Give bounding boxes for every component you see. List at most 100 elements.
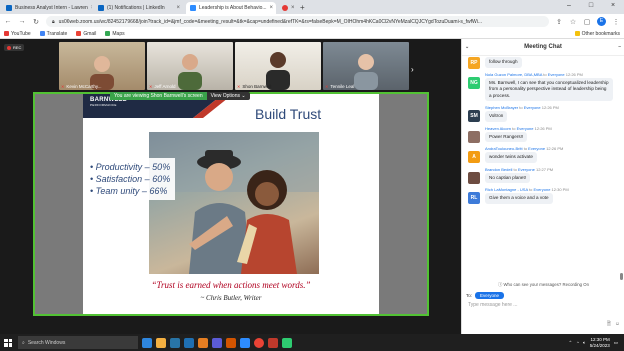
edge-icon[interactable] [170, 337, 180, 348]
bookmark-gmail[interactable]: Gmail [76, 31, 96, 37]
to-word: to [523, 146, 528, 151]
to-word: to [512, 125, 516, 131]
clock[interactable]: 12:30 PM 5/24/2023 [590, 337, 610, 349]
chat-message: AndraToulouneo-Britt to Everyone 12:26 P… [462, 146, 617, 163]
recipient-name: Everyone [528, 146, 546, 151]
bookmark-youtube[interactable]: YouTube [4, 31, 31, 37]
minimize-icon[interactable]: – [558, 0, 580, 12]
recipient-selector[interactable]: Everyone [475, 292, 505, 299]
new-tab-button[interactable]: + [300, 2, 305, 14]
task-view-icon[interactable] [142, 337, 152, 348]
share-banner: You are viewing Shon Barnwell's screen V… [110, 92, 250, 100]
bookmark-label: Maps [112, 30, 125, 37]
url-text: us06web.zoom.us/wc/82452179668/join?trac… [58, 18, 483, 25]
participant-video[interactable]: ✕ Jeff Arnold [147, 42, 233, 90]
scrollbar-thumb[interactable] [620, 273, 623, 280]
chat-scrollbar[interactable] [620, 59, 623, 280]
browser-tab-2[interactable]: (1) Notifications | LinkedIn × [94, 2, 184, 14]
share-icon[interactable]: ⇪ [555, 18, 563, 26]
chat-header: ⌄ Meeting Chat – [462, 39, 624, 56]
reload-icon[interactable]: ↻ [32, 18, 40, 26]
close-tab-icon[interactable]: × [291, 5, 295, 11]
browser-tab-strip: Business Analyst Intern - Lawren × (1) N… [0, 0, 624, 14]
network-icon[interactable]: ◔ [576, 340, 579, 345]
chat-visibility-notice[interactable]: ⓘ Who can see your messages? Recording O… [462, 282, 624, 288]
acrobat-icon[interactable] [268, 337, 278, 348]
message-text: Ms. Barnwell, I can see that you concept… [485, 77, 613, 101]
outlook-icon[interactable] [184, 337, 194, 348]
message-text: wonder twins activate [485, 152, 537, 163]
forward-icon[interactable]: → [18, 18, 26, 25]
youtube-icon [4, 31, 9, 36]
close-tab-icon[interactable]: × [176, 5, 180, 11]
app-icon[interactable] [282, 337, 292, 348]
bookmark-translate[interactable]: Translate [39, 30, 68, 37]
volume-icon[interactable]: 🔈︎ [583, 340, 586, 345]
bookmark-label: YouTube [11, 30, 31, 37]
start-button[interactable] [0, 334, 16, 351]
browser-nav-bar: ← → ↻ 🔒︎ us06web.zoom.us/wc/82452179668/… [0, 14, 624, 29]
sender-name: Nola Guzon Palmore, DBA,MBA [485, 71, 543, 77]
participant-video[interactable]: ✕ Kevin McCarthy... [59, 42, 145, 90]
viewing-screen-label: You are viewing Shon Barnwell's screen [110, 92, 207, 100]
view-options-button[interactable]: View Options ⌄ [206, 92, 250, 100]
teams-icon[interactable] [212, 337, 222, 348]
message-time: 12:26 PM [534, 125, 552, 131]
avatar: RP [468, 57, 480, 69]
linkedin-favicon-icon [6, 5, 12, 11]
chevron-up-icon[interactable]: ⌃ [569, 340, 573, 346]
close-tab-icon[interactable]: × [91, 5, 92, 11]
participant-video[interactable]: ✕ Tennile Leal [323, 42, 409, 90]
people-photo-illustration [149, 132, 319, 274]
chrome-icon[interactable] [254, 337, 264, 348]
notifications-icon[interactable]: ▭ [614, 340, 618, 346]
participant-name: Shon Barnwell [242, 84, 272, 89]
sidebar-icon[interactable]: ▢ [583, 18, 591, 26]
recording-indicator: REC [4, 44, 25, 51]
powerpoint-icon[interactable] [226, 337, 236, 348]
back-icon[interactable]: ← [4, 18, 12, 25]
chevron-down-icon: ⌄ [241, 93, 246, 99]
profile-avatar[interactable]: E [597, 17, 606, 26]
browser-tab-3[interactable]: Leadership is About Behavio... × [186, 2, 276, 14]
chat-title: Meeting Chat [524, 44, 562, 50]
close-window-icon[interactable]: × [602, 0, 624, 12]
avatar [468, 171, 480, 184]
slide-attribution: ~ Chris Butler, Writer [200, 294, 262, 302]
chat-message-input[interactable]: Type message here ... [466, 301, 621, 331]
muted-mic-icon: ✕ [149, 84, 153, 89]
file-explorer-icon[interactable] [156, 337, 166, 348]
gmail-icon [76, 31, 82, 36]
zoom-icon[interactable] [240, 337, 250, 348]
firefox-icon[interactable] [198, 337, 208, 348]
window-controls: – □ × [558, 0, 624, 12]
next-participants-icon[interactable]: › [411, 65, 414, 74]
other-bookmarks[interactable]: Other bookmarks [574, 31, 620, 37]
browser-tab-4[interactable]: × [278, 2, 296, 14]
bullet-text: Satisfaction – 60% [95, 174, 171, 184]
participant-video[interactable]: ✕ Shon Barnwell [235, 42, 321, 90]
slide-quote: “Trust is earned when actions meet words… [151, 280, 311, 290]
menu-kebab-icon[interactable]: ⋮ [612, 18, 620, 26]
folder-icon [574, 31, 580, 36]
bookmark-star-icon[interactable]: ☆ [569, 18, 577, 26]
maximize-icon[interactable]: □ [580, 0, 602, 12]
message-meta: Heaven Alcorn to Everyone 12:26 PM [485, 126, 617, 132]
taskbar-search[interactable]: ⌕ Search Windows [18, 336, 138, 349]
windows-logo-icon [4, 338, 12, 347]
sender-name: Rich LaMontagne - USA [485, 187, 528, 192]
chevron-down-icon[interactable]: ⌄ [465, 44, 469, 50]
lock-icon: 🔒︎ [52, 18, 55, 25]
logo-subtext: PERFORMANCE [90, 103, 117, 107]
emoji-icon[interactable]: ☺ [615, 321, 620, 329]
browser-tab-1[interactable]: Business Analyst Intern - Lawren × [2, 2, 92, 14]
chat-message: Nola Guzon Palmore, DBA,MBA to Everyone … [462, 71, 617, 101]
file-icon[interactable]: 🗎︎ [607, 321, 611, 329]
to-word: to [513, 166, 517, 172]
view-options-label: View Options [210, 93, 240, 99]
address-bar[interactable]: 🔒︎ us06web.zoom.us/wc/82452179668/join?t… [46, 16, 549, 27]
bookmark-label: Translate [46, 30, 68, 37]
bookmark-maps[interactable]: Maps [105, 30, 125, 37]
close-tab-icon[interactable]: × [270, 5, 274, 11]
minimize-chat-icon[interactable]: – [618, 44, 621, 50]
